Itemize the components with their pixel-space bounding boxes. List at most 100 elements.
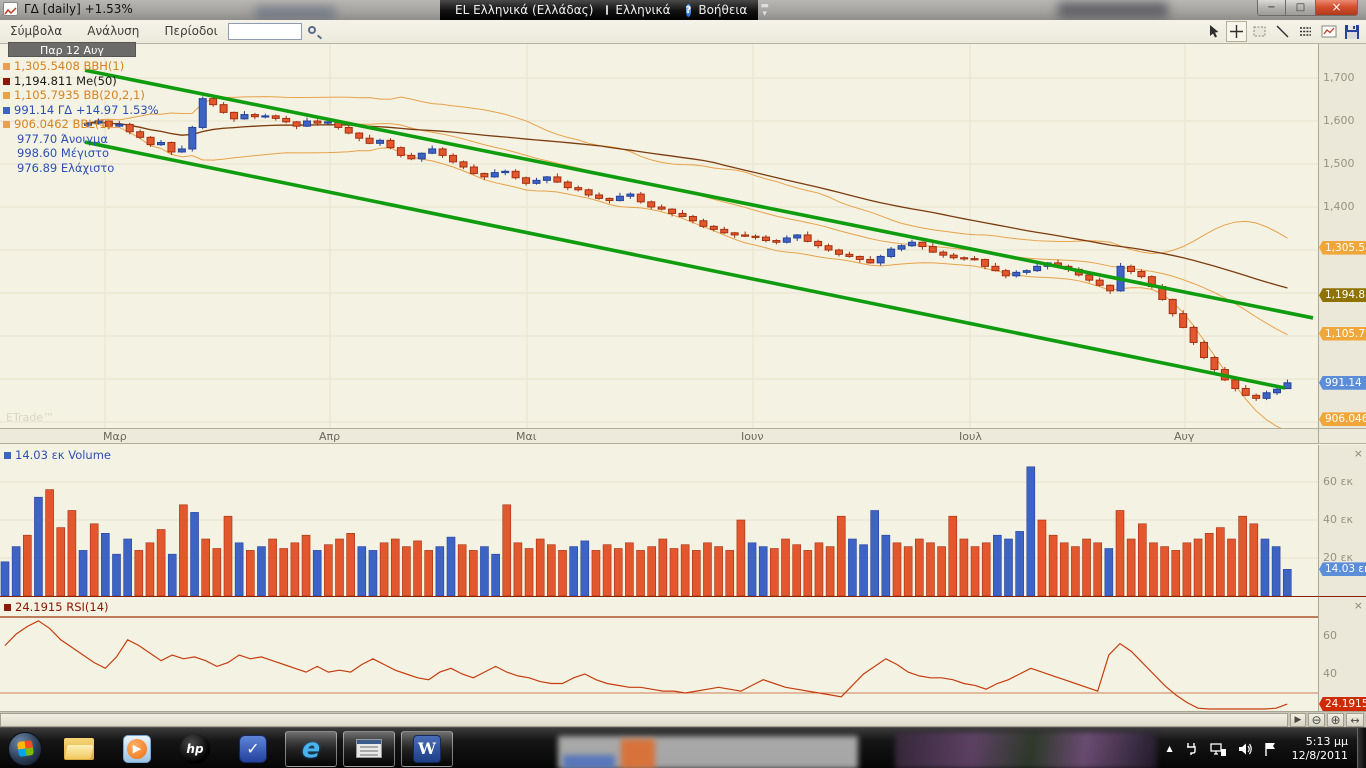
language-bar[interactable]: EL Ελληνικά (Ελλάδας) Ελληνικά ? Βοήθεια…: [440, 0, 758, 20]
symbol-search-input[interactable]: [228, 23, 302, 40]
price-axis[interactable]: 1,7001,6001,5001,4001,305.5401,194.8111,…: [1318, 44, 1366, 428]
price-chart-pane[interactable]: 1,305.5408 BBH(1)1,194.811 Me(50)1,105.7…: [0, 44, 1318, 428]
close-button[interactable]: ×: [1315, 0, 1358, 16]
volume-bar: [1205, 533, 1213, 596]
volume-bar: [826, 547, 834, 596]
pointer-tool-button[interactable]: [1203, 21, 1224, 42]
horizontal-scrollbar[interactable]: ▶ ⊖ ⊕ ↔: [0, 711, 1366, 727]
explorer-taskbar-button[interactable]: [53, 731, 105, 767]
candle: [293, 122, 300, 126]
volume-bar: [1172, 550, 1180, 596]
volume-bar: [982, 543, 990, 596]
candle: [564, 182, 571, 188]
candle: [846, 254, 853, 256]
power-plug-icon[interactable]: [1183, 741, 1199, 757]
scroll-right-button[interactable]: ▶: [1290, 713, 1306, 727]
candle: [502, 171, 509, 172]
trendline-tool-button[interactable]: [1272, 21, 1293, 42]
volume-bar: [291, 543, 299, 596]
menu-analysis[interactable]: Ανάλυση: [77, 20, 149, 38]
check-app-taskbar-button[interactable]: ✓: [227, 731, 279, 767]
zoom-in-button[interactable]: ⊕: [1327, 713, 1344, 727]
candle: [721, 229, 728, 232]
volume-bar: [1250, 524, 1258, 596]
scrollbar-thumb[interactable]: [0, 713, 1288, 727]
word-icon: W: [413, 735, 441, 763]
volume-bar: [1060, 543, 1068, 596]
price-tag: 1,305.540: [1319, 241, 1366, 255]
keyboard-layout-label[interactable]: Ελληνικά: [608, 3, 677, 17]
show-hidden-icons-button[interactable]: ▲: [1166, 744, 1172, 753]
rsi-axis[interactable]: × 604024.1915: [1318, 596, 1366, 711]
volume-bar: [302, 535, 310, 596]
minimize-button[interactable]: −: [1257, 0, 1286, 16]
volume-bar: [915, 539, 923, 596]
region-tool-button[interactable]: [1249, 21, 1270, 42]
candle: [971, 259, 978, 260]
chart-style-button[interactable]: [1318, 21, 1339, 42]
volume-bar: [893, 543, 901, 596]
language-indicator[interactable]: EL Ελληνικά (Ελλάδας): [448, 3, 600, 17]
action-center-flag-icon[interactable]: [1263, 741, 1277, 757]
chart-legend: 1,305.5408 BBH(1)1,194.811 Me(50)1,105.7…: [3, 59, 159, 175]
internet-explorer-taskbar-button[interactable]: e: [285, 731, 337, 767]
candle: [679, 213, 686, 216]
candle: [919, 242, 926, 246]
desktop-screen: ΓΔ [daily] +1.53% EL Ελληνικά (Ελλάδας) …: [0, 0, 1366, 768]
minimize-icon: −: [1267, 2, 1275, 13]
show-desktop-button[interactable]: [1357, 728, 1366, 768]
candle: [575, 188, 582, 190]
candle: [835, 250, 842, 254]
window-title: ΓΔ [daily] +1.53%: [24, 2, 133, 16]
menu-periods[interactable]: Περίοδοι: [154, 20, 227, 38]
candle: [314, 121, 321, 123]
hp-icon: hp: [180, 734, 210, 764]
candle: [1201, 342, 1208, 357]
candle: [304, 121, 311, 126]
crosshair-tool-button[interactable]: [1226, 21, 1247, 42]
candle: [888, 249, 895, 256]
maximize-button[interactable]: □: [1286, 0, 1315, 16]
language-bar-help[interactable]: Βοήθεια: [691, 3, 754, 17]
levels-tool-button[interactable]: [1295, 21, 1316, 42]
candle: [637, 194, 644, 202]
media-player-taskbar-button[interactable]: ▶: [111, 731, 163, 767]
candle: [366, 138, 373, 143]
volume-bar: [1127, 539, 1135, 596]
language-bar-options-icon[interactable]: ▬▾: [754, 2, 775, 18]
zoom-out-button[interactable]: ⊖: [1308, 713, 1325, 727]
volume-bar: [1049, 535, 1057, 596]
volume-bar: [436, 547, 444, 596]
word-taskbar-button[interactable]: W: [401, 731, 453, 767]
month-label: Μαρ: [103, 430, 127, 443]
chart-app-taskbar-button[interactable]: [343, 731, 395, 767]
rsi-pane[interactable]: 24.1915 RSI(14): [0, 596, 1318, 711]
save-button[interactable]: [1341, 21, 1362, 42]
close-rsi-pane-icon[interactable]: ×: [1354, 599, 1363, 612]
candle: [1190, 327, 1197, 342]
legend-text: 1,194.811 Me(50): [14, 74, 117, 88]
close-volume-pane-icon[interactable]: ×: [1354, 447, 1363, 460]
legend-row: 998.60 Μέγιστο: [17, 146, 159, 161]
volume-bar: [793, 545, 801, 596]
volume-bar: [1183, 543, 1191, 596]
price-tick: 1,500: [1323, 157, 1355, 170]
time-axis[interactable]: ΜαρΑπρΜαιΙουνΙουλΑυγ: [0, 428, 1319, 444]
volume-bar: [1138, 524, 1146, 596]
volume-pane[interactable]: 14.03 εκ Volume: [0, 445, 1318, 596]
menu-symbols[interactable]: Σύμβολα: [0, 20, 72, 38]
network-icon[interactable]: [1209, 741, 1227, 757]
volume-axis[interactable]: × 60 εκ40 εκ20 εκ14.03 εκ: [1318, 445, 1366, 596]
volume-icon[interactable]: [1237, 741, 1253, 757]
taskbar-clock[interactable]: 5:13 μμ 12/8/2011: [1292, 735, 1348, 763]
volume-bar: [402, 547, 410, 596]
volume-bar: [336, 539, 344, 596]
clock-date: 12/8/2011: [1292, 749, 1348, 763]
search-icon[interactable]: [308, 26, 316, 34]
candle: [762, 237, 769, 240]
start-button[interactable]: [8, 732, 42, 766]
hp-taskbar-button[interactable]: hp: [169, 731, 221, 767]
volume-bar: [358, 547, 366, 596]
range-button[interactable]: ↔: [1346, 713, 1364, 727]
candle: [356, 133, 363, 138]
